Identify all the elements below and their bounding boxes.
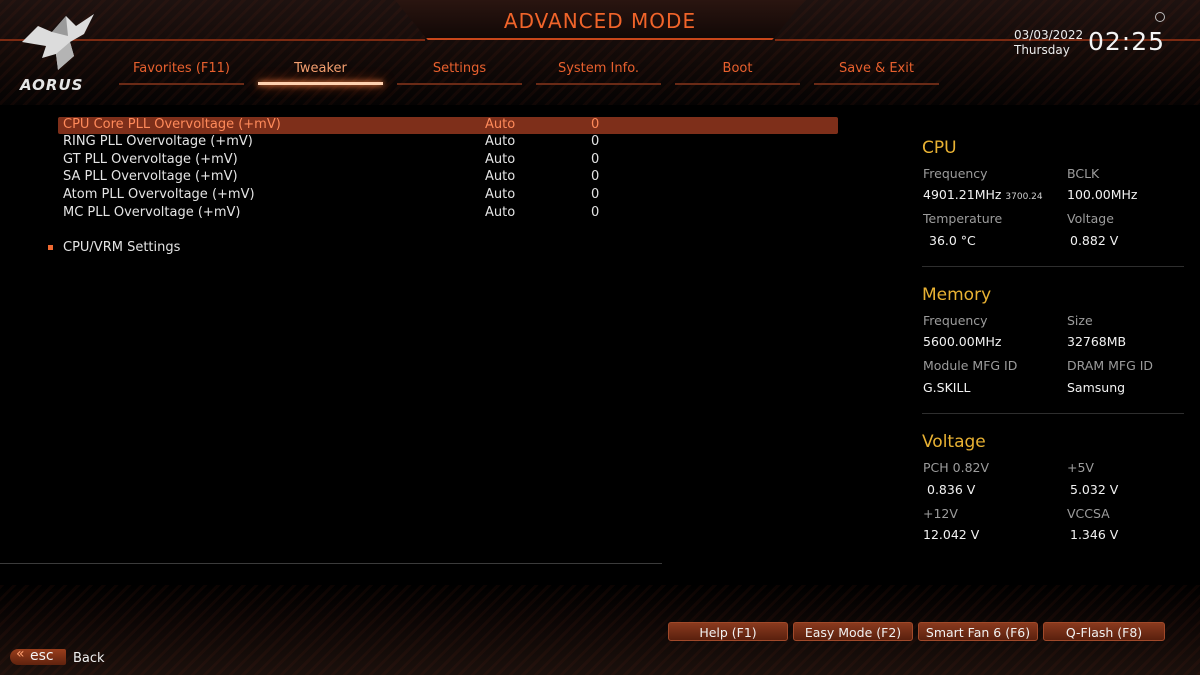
setting-label: RING PLL Overvoltage (+mV) <box>63 134 253 149</box>
esc-label: esc <box>30 648 54 664</box>
v12-value: 12.042 V <box>923 527 980 542</box>
cpu-voltage-label: Voltage <box>1067 211 1114 226</box>
cpu-frequency-text: 4901.21MHz <box>923 187 1002 202</box>
pch-voltage-value: 0.836 V <box>927 482 976 497</box>
setting-mode: Auto <box>485 205 516 220</box>
dram-mfg-label: DRAM MFG ID <box>1067 358 1154 373</box>
back-label: Back <box>73 651 105 666</box>
cpu-frequency-sub: 3700.24 <box>1005 192 1043 202</box>
setting-value: 0 <box>591 169 600 184</box>
easy-mode-button[interactable]: Easy Mode (F2) <box>793 622 913 641</box>
v12-label: +12V <box>923 506 958 521</box>
cpu-temperature-value: 36.0 °C <box>929 233 976 248</box>
memory-frequency-label: Frequency <box>923 313 988 328</box>
setting-label: MC PLL Overvoltage (+mV) <box>63 205 241 220</box>
submenu-label: CPU/VRM Settings <box>63 240 181 255</box>
help-button[interactable]: Help (F1) <box>668 622 788 641</box>
module-mfg-label: Module MFG ID <box>923 358 1018 373</box>
setting-label: Atom PLL Overvoltage (+mV) <box>63 187 255 202</box>
date-text: 03/03/2022 <box>1014 28 1084 42</box>
page-title: ADVANCED MODE <box>503 9 697 33</box>
setting-row-ring-pll[interactable]: RING PLL Overvoltage (+mV) Auto 0 <box>58 134 838 151</box>
setting-mode: Auto <box>485 169 516 184</box>
cpu-voltage-value: 0.882 V <box>1070 233 1119 248</box>
setting-row-mc-pll[interactable]: MC PLL Overvoltage (+mV) Auto 0 <box>58 205 838 222</box>
memory-size-value: 32768MB <box>1067 334 1127 349</box>
back-button[interactable]: « esc Back <box>10 646 110 669</box>
q-flash-button[interactable]: Q-Flash (F8) <box>1043 622 1165 641</box>
panel-divider <box>922 266 1184 267</box>
section-title: Voltage <box>922 432 986 452</box>
clock-display: 02:25 <box>1088 27 1166 56</box>
setting-row-cpu-core-pll[interactable]: CPU Core PLL Overvoltage (+mV) Auto 0 <box>58 117 838 134</box>
v5-label: +5V <box>1067 460 1094 475</box>
setting-mode: Auto <box>485 134 516 149</box>
aorus-logo: AORUS <box>18 12 100 96</box>
tab-save-exit[interactable]: Save & Exit <box>814 61 939 85</box>
setting-label: GT PLL Overvoltage (+mV) <box>63 152 238 167</box>
setting-label: SA PLL Overvoltage (+mV) <box>63 169 238 184</box>
setting-row-sa-pll[interactable]: SA PLL Overvoltage (+mV) Auto 0 <box>58 169 838 186</box>
memory-size-label: Size <box>1067 313 1093 328</box>
section-title: Memory <box>922 285 992 305</box>
setting-label: CPU Core PLL Overvoltage (+mV) <box>63 117 281 132</box>
setting-row-atom-pll[interactable]: Atom PLL Overvoltage (+mV) Auto 0 <box>58 187 838 204</box>
content-divider <box>0 563 662 564</box>
vccsa-value: 1.346 V <box>1070 527 1119 542</box>
date-display: 03/03/2022 Thursday <box>1014 28 1083 58</box>
tab-tweaker[interactable]: Tweaker <box>258 61 383 85</box>
vccsa-label: VCCSA <box>1067 506 1110 521</box>
setting-value: 0 <box>591 187 600 202</box>
cpu-bclk-value: 100.00MHz <box>1067 187 1138 202</box>
setting-value: 0 <box>591 152 600 167</box>
cpu-frequency-label: Frequency <box>923 166 988 181</box>
memory-frequency-value: 5600.00MHz <box>923 334 1002 349</box>
tab-boot[interactable]: Boot <box>675 61 800 85</box>
setting-value: 0 <box>591 205 600 220</box>
setting-mode: Auto <box>485 117 516 132</box>
day-text: Thursday <box>1014 43 1070 57</box>
setting-row-gt-pll[interactable]: GT PLL Overvoltage (+mV) Auto 0 <box>58 152 838 169</box>
v5-value: 5.032 V <box>1070 482 1119 497</box>
logo-text: AORUS <box>20 76 84 94</box>
aorus-eagle-icon <box>22 14 94 70</box>
smart-fan-button[interactable]: Smart Fan 6 (F6) <box>918 622 1038 641</box>
dram-mfg-value: Samsung <box>1067 380 1126 395</box>
cpu-bclk-label: BCLK <box>1067 166 1100 181</box>
gear-icon[interactable] <box>1155 12 1165 22</box>
cpu-frequency-value: 4901.21MHz 3700.24 <box>923 187 1043 202</box>
tab-system-info[interactable]: System Info. <box>536 61 661 85</box>
panel-divider <box>922 413 1184 414</box>
setting-value: 0 <box>591 117 600 132</box>
setting-mode: Auto <box>485 152 516 167</box>
pch-voltage-label: PCH 0.82V <box>923 460 990 475</box>
tab-settings[interactable]: Settings <box>397 61 522 85</box>
module-mfg-value: G.SKILL <box>923 380 971 395</box>
tab-favorites[interactable]: Favorites (F11) <box>119 61 244 85</box>
double-chevron-left-icon: « <box>16 646 25 662</box>
submenu-bullet-icon <box>48 245 53 250</box>
cpu-temperature-label: Temperature <box>923 211 1003 226</box>
section-title: CPU <box>922 138 957 158</box>
setting-value: 0 <box>591 134 600 149</box>
setting-mode: Auto <box>485 187 516 202</box>
